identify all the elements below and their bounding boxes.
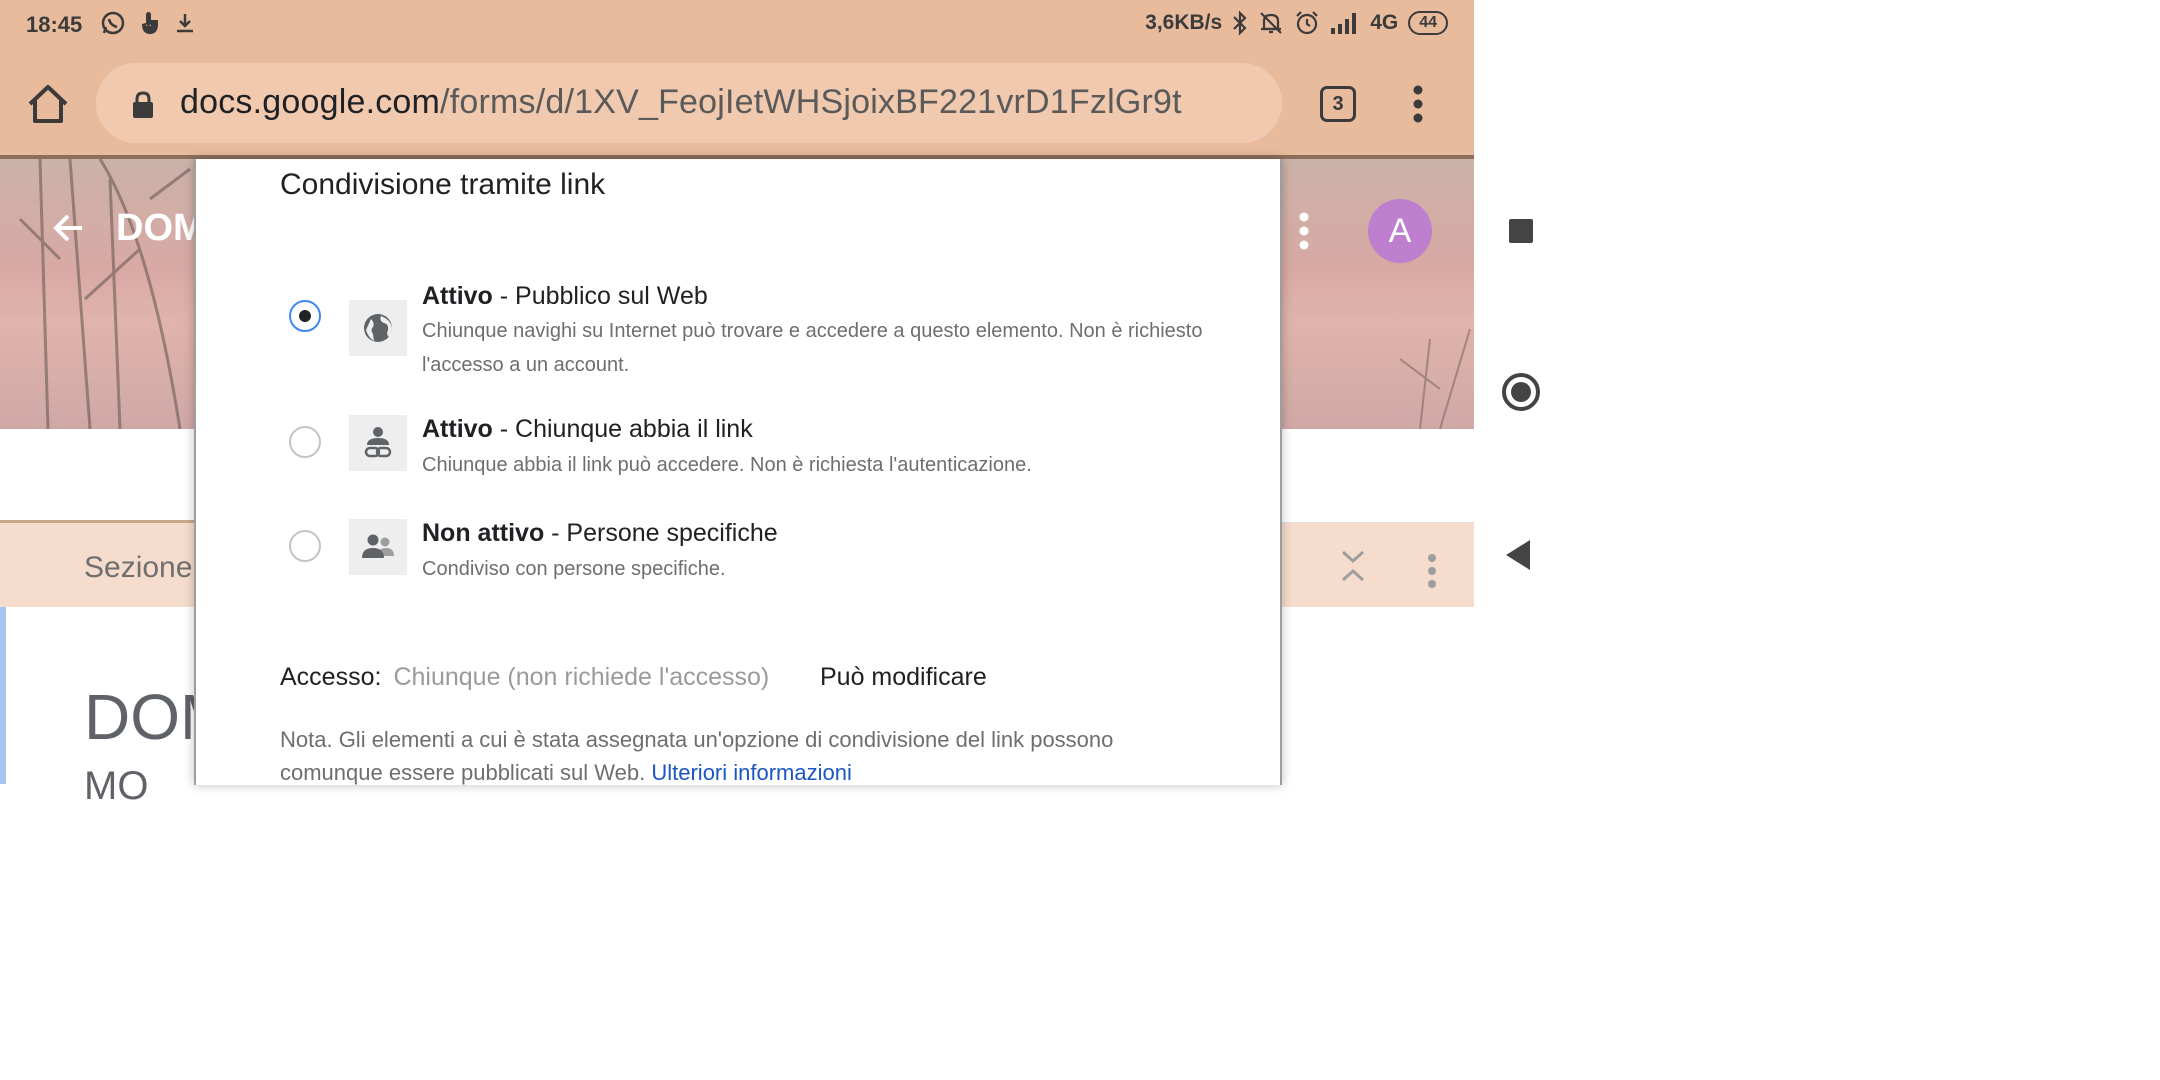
status-right: 3,6KB/s 4G 44 [1145, 10, 1448, 36]
link-sharing-dialog: Condivisione tramite link Attivo - Pubbl… [194, 159, 1282, 785]
alarm-icon [1296, 11, 1318, 35]
battery-indicator: 44 [1408, 11, 1448, 35]
network-type: 4G [1370, 11, 1399, 34]
option-heading: Non attivo - Persone specifiche [422, 519, 778, 548]
status-bar: 18:45 3,6KB/s 4G 44 [0, 0, 1474, 52]
section-label: Sezione [84, 551, 193, 584]
tab-switcher-button[interactable]: 3 [1320, 86, 1356, 122]
radio-public-web[interactable] [289, 300, 321, 332]
card-accent [0, 607, 6, 784]
option-label: - Persone specifiche [544, 519, 778, 547]
option-label: - Pubblico sul Web [492, 282, 708, 310]
access-value: Chiunque (non richiede l'accesso) [393, 663, 770, 691]
download-icon [177, 14, 193, 33]
option-heading: Attivo - Chiunque abbia il link [422, 415, 753, 444]
sharing-note: Nota. Gli elementi a cui è stata assegna… [280, 723, 1210, 789]
radio-anyone-with-link[interactable] [289, 426, 321, 458]
people-icon [349, 519, 407, 575]
option-description: Condiviso con persone specifiche. [422, 558, 726, 580]
option-status: Attivo [422, 415, 493, 443]
back-button[interactable] [1506, 540, 1530, 570]
radio-specific-people[interactable] [289, 530, 321, 562]
more-vert-icon[interactable] [1424, 553, 1440, 589]
url-bar[interactable]: docs.google.com/forms/d/1XV_FeojIetWHSjo… [96, 63, 1282, 143]
url-path: /forms/d/1XV_FeojIetWHSjoixBF221vrD1FzlG… [440, 83, 1182, 121]
notification-icons [100, 10, 196, 36]
network-speed: 3,6KB/s [1145, 11, 1223, 34]
back-arrow-icon[interactable] [52, 211, 86, 245]
access-row: Accesso: Chiunque (non richiede l'accesso… [280, 663, 769, 692]
more-vert-icon[interactable] [1296, 211, 1312, 251]
dialog-title: Condivisione tramite link [280, 168, 606, 201]
permission-dropdown[interactable]: Può modificare [820, 663, 987, 692]
option-status: Attivo [422, 282, 493, 310]
option-description: Chiunque abbia il link può accedere. Non… [422, 454, 1032, 476]
recents-button[interactable] [1509, 219, 1533, 243]
globe-icon [349, 300, 407, 356]
collapse-icon[interactable] [1340, 549, 1366, 583]
system-nav-bar [1474, 0, 1545, 784]
whatsapp-icon [101, 11, 125, 35]
form-title: DOM [116, 207, 205, 249]
browser-toolbar: docs.google.com/forms/d/1XV_FeojIetWHSjo… [0, 52, 1474, 156]
option-label: - Chiunque abbia il link [492, 415, 753, 443]
signal-icon [1331, 13, 1357, 34]
url-text[interactable]: docs.google.com/forms/d/1XV_FeojIetWHSjo… [180, 83, 1182, 122]
url-host: docs.google.com [180, 83, 441, 121]
page-background [1282, 429, 1474, 523]
doc-title-line2: MO [84, 764, 149, 808]
lock-icon [133, 91, 153, 118]
option-heading: Attivo - Pubblico sul Web [422, 282, 708, 311]
more-vert-icon[interactable] [1406, 82, 1430, 126]
bluetooth-icon [1233, 10, 1247, 36]
learn-more-link[interactable]: Ulteriori informazioni [651, 760, 852, 785]
home-button[interactable] [1502, 373, 1540, 411]
touch-icon [142, 12, 158, 34]
avatar[interactable]: A [1368, 199, 1432, 263]
mute-icon [1260, 12, 1282, 34]
option-description: Chiunque navighi su Internet può trovare… [422, 320, 1203, 376]
option-status: Non attivo [422, 519, 545, 547]
access-label: Accesso: [280, 663, 382, 691]
home-icon[interactable] [26, 82, 70, 126]
status-time: 18:45 [26, 12, 83, 37]
person-link-icon [349, 415, 407, 471]
